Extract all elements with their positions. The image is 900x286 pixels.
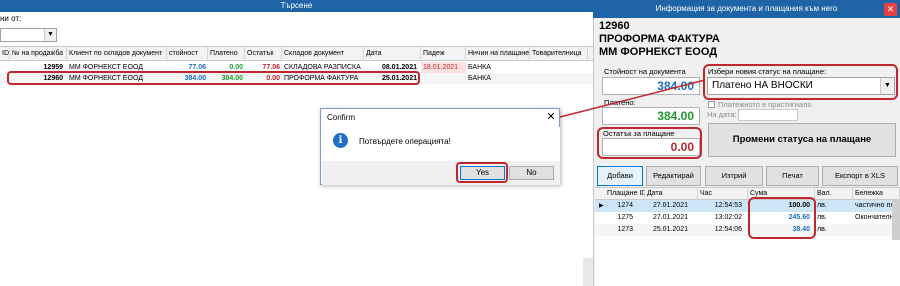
payment-arrived-label: Платежното е пристигнало [718, 100, 812, 109]
cell-payment-date: 27.01.2021 [652, 214, 688, 221]
close-icon[interactable]: ✕ [544, 110, 558, 124]
documents-grid-header: ID № на продажба Клиент по складов докум… [0, 47, 593, 61]
document-number: 12960 [599, 20, 630, 32]
document-type: ПРОФОРМА ФАКТУРА [599, 33, 720, 45]
col-date[interactable]: Дата [364, 47, 421, 61]
document-value: 384.00 [602, 77, 700, 95]
search-panel-header: Търсене [0, 0, 593, 12]
col-payment-time[interactable]: Час [698, 188, 748, 200]
cell-payment-date: 25.01.2021 [652, 226, 688, 233]
date-field[interactable] [738, 109, 798, 121]
cell-payment-note: частично пла [855, 202, 893, 209]
cell-payment-note: Окончателно [855, 214, 893, 221]
paid-value: 384.00 [602, 107, 700, 125]
col-stock-doc[interactable]: Складов документ [282, 47, 364, 61]
date-label: На дата: [707, 110, 737, 119]
cell-payment-time: 13:02:02 [714, 214, 742, 221]
export-xls-button[interactable]: Експорт в XLS [822, 166, 898, 186]
col-payment-currency[interactable]: Вал. [815, 188, 853, 200]
cell-payment-id: 1273 [617, 226, 633, 233]
cell-payment-method: БАНКА [468, 64, 491, 71]
filter-label: ни от: [0, 14, 22, 23]
document-info-header: Информация за документа и плащания към н… [593, 0, 900, 18]
col-payment-note[interactable]: Бележка [853, 188, 900, 200]
cell-payment-id: 1274 [617, 202, 633, 209]
cell-payment-id: 1275 [617, 214, 633, 221]
scrollbar[interactable] [583, 258, 593, 286]
col-payment-id[interactable]: Плащане ID [605, 188, 645, 200]
chevron-down-icon[interactable]: ▼ [44, 29, 56, 41]
document-value-label: Стойност на документа [604, 67, 686, 76]
cell-payment-time: 12:54:06 [714, 226, 742, 233]
col-value[interactable]: стойност [167, 47, 208, 61]
add-button[interactable]: Добави [597, 166, 643, 186]
row-selector-icon: ▶ [599, 203, 604, 209]
close-icon[interactable]: ✕ [884, 3, 897, 16]
edit-button[interactable]: Редактирай [646, 166, 701, 186]
print-button[interactable]: Печат [766, 166, 819, 186]
col-client[interactable]: Клиент по складов документ [67, 47, 167, 61]
payment-arrived-checkbox[interactable] [708, 101, 715, 108]
col-due[interactable]: Падеж [421, 47, 466, 61]
dialog-title: Confirm [327, 113, 356, 122]
col-payment-date[interactable]: Дата [645, 188, 698, 200]
cell-payment-time: 12:54:53 [714, 202, 742, 209]
payments-grid-header: Плащане ID Дата Час Сума Вал. Бележка [595, 188, 900, 200]
no-button[interactable]: No [509, 166, 554, 180]
col-waybill[interactable]: Товарителница [530, 47, 588, 61]
col-rest[interactable]: Остатък [245, 47, 282, 61]
delete-button[interactable]: Изтрий [705, 166, 763, 186]
cell-due: 18.01.2021 [421, 62, 466, 73]
selected-row-highlight [7, 71, 420, 85]
cell-payment-method: БАНКА [468, 75, 491, 82]
col-paid[interactable]: Платено [208, 47, 245, 61]
col-sale-number[interactable]: № на продажба [10, 47, 67, 61]
status-highlight [703, 64, 898, 100]
dialog-message: Потвърдете операцията! [359, 137, 451, 146]
cell-payment-note [853, 224, 893, 236]
confirm-dialog: Confirm ✕ i Потвърдете операцията! Yes N… [320, 108, 560, 185]
scrollbar[interactable] [892, 200, 900, 240]
yes-highlight [456, 162, 508, 183]
change-payment-status-button[interactable]: Промени статуса на плащане [708, 123, 896, 157]
info-icon: i [333, 133, 348, 148]
balance-highlight [597, 127, 702, 159]
sum-highlight [748, 197, 816, 239]
cell-payment-currency: лв. [817, 214, 827, 221]
paid-label: Платено: [604, 98, 636, 107]
col-id[interactable]: ID [0, 47, 10, 61]
col-payment-method[interactable]: Ннчин на плащане [466, 47, 530, 61]
cell-payment-currency: лв. [817, 202, 827, 209]
cell-due [421, 73, 466, 84]
cell-payment-currency: лв. [817, 226, 827, 233]
cell-payment-date: 27.01.2021 [652, 202, 688, 209]
document-client: ММ ФОРНЕКСТ ЕООД [599, 46, 718, 58]
